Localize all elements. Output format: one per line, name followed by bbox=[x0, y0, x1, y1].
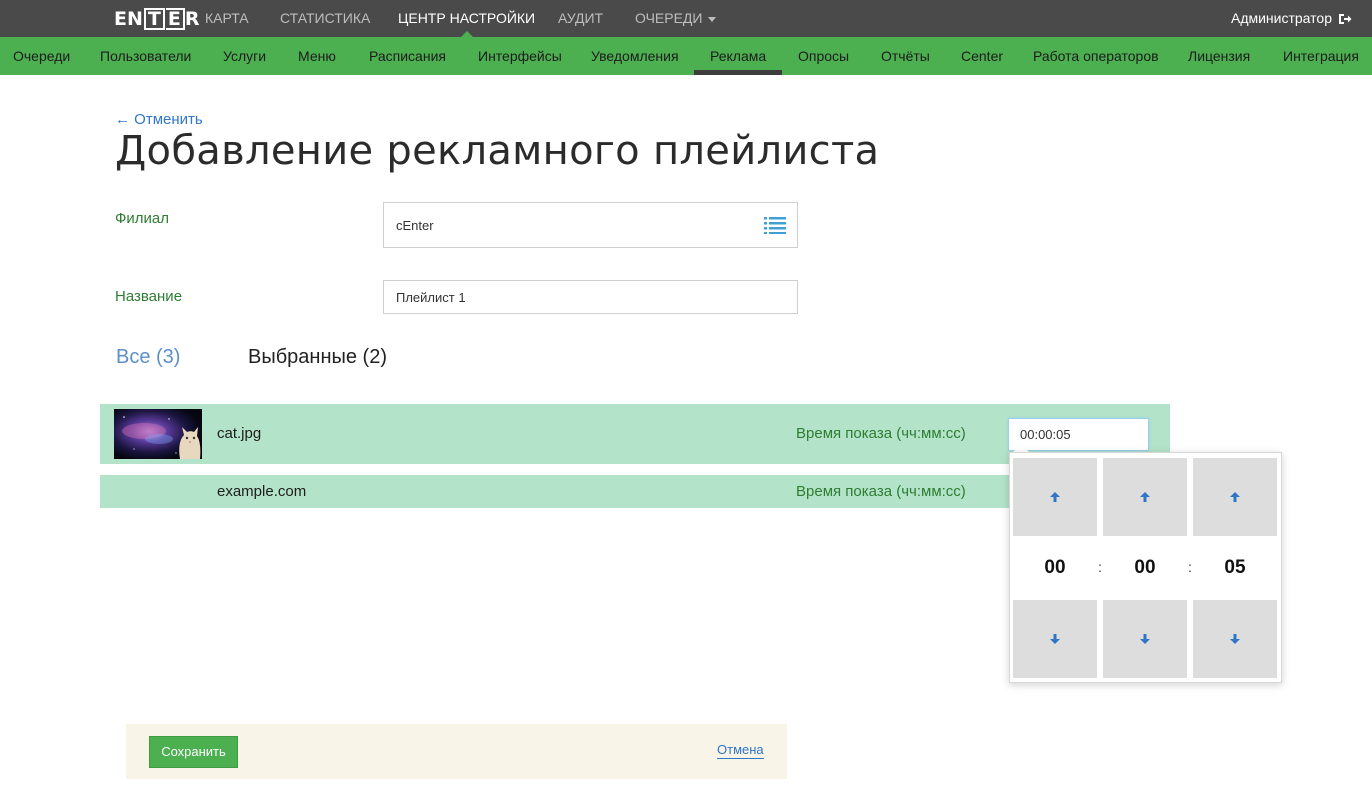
minutes-increment-button[interactable] bbox=[1103, 458, 1187, 536]
subnav-operators-work[interactable]: Работа операторов bbox=[1033, 37, 1159, 75]
hours-increment-button[interactable] bbox=[1013, 458, 1097, 536]
save-button[interactable]: Сохранить bbox=[149, 736, 238, 768]
arrow-up-icon bbox=[1050, 492, 1060, 502]
arrow-down-icon bbox=[1230, 634, 1240, 644]
active-subnav-indicator bbox=[694, 70, 782, 75]
subnav-menu[interactable]: Меню bbox=[298, 37, 336, 75]
topnav-queues-label: ОЧЕРЕДИ bbox=[635, 10, 703, 26]
form-actions-bar: Сохранить Отмена bbox=[126, 724, 787, 779]
back-cancel-link[interactable]: ← Отменить bbox=[115, 111, 203, 128]
top-bar: EN T E R КАРТА СТАТИСТИКА ЦЕНТР НАСТРОЙКИ А… bbox=[0, 0, 1372, 37]
subnav-schedules[interactable]: Расписания bbox=[369, 37, 446, 75]
arrow-up-icon bbox=[1140, 492, 1150, 502]
branch-select[interactable]: cEnter bbox=[383, 202, 798, 248]
topnav-statistics[interactable]: СТАТИСТИКА bbox=[280, 0, 370, 37]
item-name: example.com bbox=[217, 483, 307, 500]
user-menu[interactable]: Администратор bbox=[1231, 0, 1352, 37]
arrow-down-icon bbox=[1050, 634, 1060, 644]
subnav-reports[interactable]: Отчёты bbox=[881, 37, 930, 75]
topnav-map[interactable]: КАРТА bbox=[205, 0, 249, 37]
enter-logo[interactable]: EN T E R bbox=[114, 7, 199, 31]
minutes-value[interactable]: 00 bbox=[1103, 557, 1187, 579]
topnav-settings-center[interactable]: ЦЕНТР НАСТРОЙКИ bbox=[398, 0, 535, 37]
subnav-interfaces[interactable]: Интерфейсы bbox=[478, 37, 562, 75]
cancel-link[interactable]: Отмена bbox=[717, 742, 764, 759]
settings-subnav: Очереди Пользователи Услуги Меню Расписа… bbox=[0, 37, 1372, 75]
topnav-audit[interactable]: АУДИТ bbox=[558, 0, 603, 37]
time-picker-pointer bbox=[1013, 444, 1029, 452]
seconds-value[interactable]: 05 bbox=[1193, 557, 1277, 579]
caret-down-icon bbox=[708, 16, 717, 22]
name-input-value: Плейлист 1 bbox=[396, 289, 466, 305]
tab-selected[interactable]: Выбранные (2) bbox=[248, 346, 387, 369]
logout-icon[interactable] bbox=[1338, 13, 1352, 25]
seconds-increment-button[interactable] bbox=[1193, 458, 1277, 536]
tab-all[interactable]: Все (3) bbox=[116, 346, 180, 369]
name-input[interactable]: Плейлист 1 bbox=[383, 280, 798, 314]
item-name: cat.jpg bbox=[217, 425, 262, 442]
branch-label: Филиал bbox=[115, 210, 170, 227]
display-time-label: Время показа (чч:мм:сс) bbox=[796, 425, 966, 442]
topnav-queues-dropdown[interactable]: ОЧЕРЕДИ bbox=[635, 0, 717, 37]
hours-value[interactable]: 00 bbox=[1013, 557, 1097, 579]
list-icon[interactable] bbox=[764, 216, 786, 234]
time-separator: : bbox=[1098, 559, 1102, 575]
time-separator: : bbox=[1188, 559, 1192, 575]
arrow-down-icon bbox=[1140, 634, 1150, 644]
name-label: Название bbox=[115, 288, 183, 305]
subnav-integration[interactable]: Интеграция bbox=[1283, 37, 1359, 75]
subnav-users[interactable]: Пользователи bbox=[100, 37, 191, 75]
subnav-notifications[interactable]: Уведомления bbox=[591, 37, 679, 75]
subnav-services[interactable]: Услуги bbox=[223, 37, 266, 75]
subnav-surveys[interactable]: Опросы bbox=[798, 37, 849, 75]
subnav-center[interactable]: Center bbox=[961, 37, 1003, 75]
branch-value: cEnter bbox=[396, 217, 434, 233]
seconds-decrement-button[interactable] bbox=[1193, 600, 1277, 678]
display-time-input[interactable]: 00:00:05 bbox=[1008, 418, 1149, 451]
time-picker: 00 : 00 : 05 bbox=[1009, 452, 1282, 683]
arrow-up-icon bbox=[1230, 492, 1240, 502]
page-title: Добавление рекламного плейлиста bbox=[115, 128, 880, 174]
cat-thumbnail bbox=[114, 409, 202, 459]
minutes-decrement-button[interactable] bbox=[1103, 600, 1187, 678]
hours-decrement-button[interactable] bbox=[1013, 600, 1097, 678]
subnav-license[interactable]: Лицензия bbox=[1188, 37, 1250, 75]
user-name: Администратор bbox=[1230, 10, 1332, 26]
display-time-label: Время показа (чч:мм:сс) bbox=[796, 483, 966, 500]
subnav-queues[interactable]: Очереди bbox=[13, 37, 70, 75]
